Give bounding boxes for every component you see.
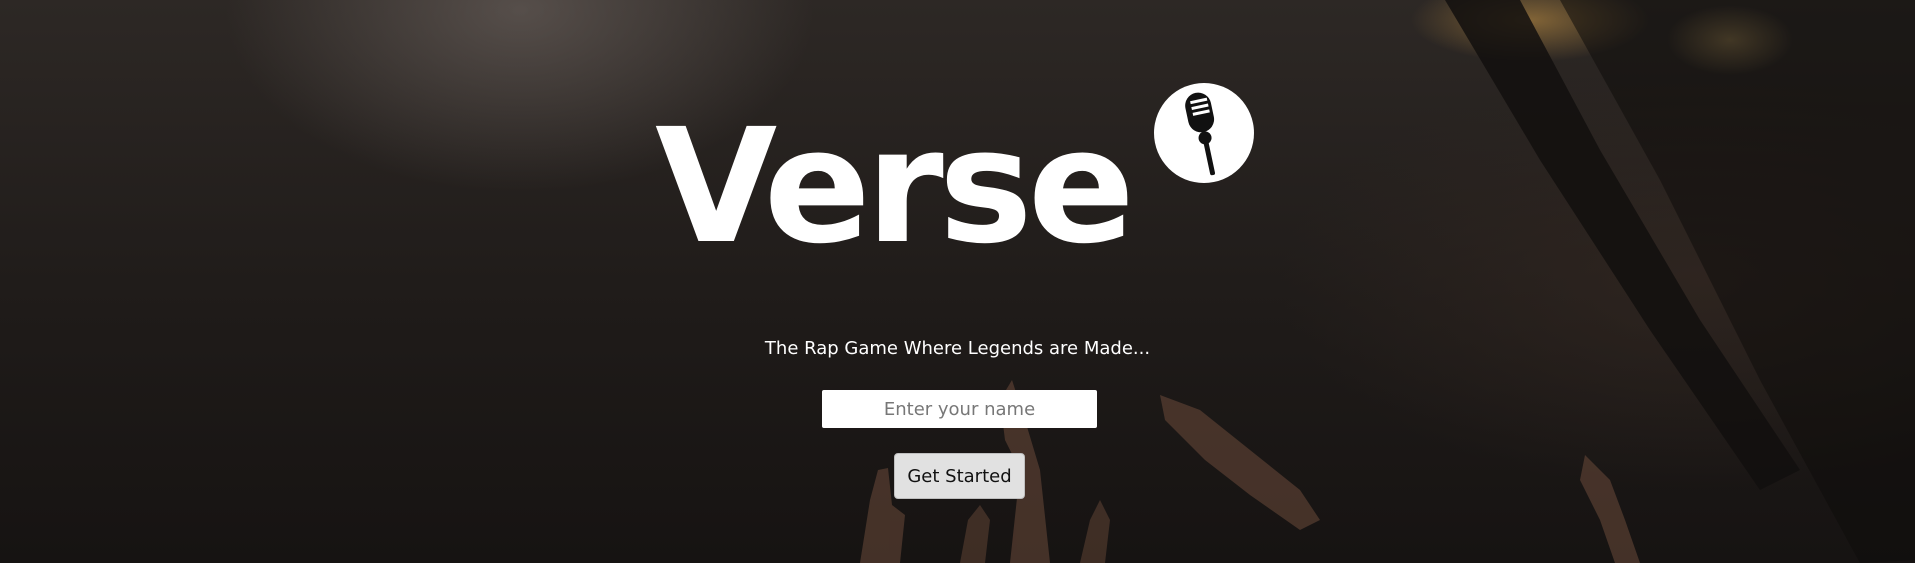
hero-section: Verse The Rap Game Where Legends are Mad… xyxy=(0,0,1915,563)
app-logo-title: Verse xyxy=(655,95,1135,279)
name-input[interactable] xyxy=(822,390,1097,428)
microphone-icon xyxy=(1154,83,1254,183)
tagline: The Rap Game Where Legends are Made... xyxy=(764,338,1151,359)
get-started-button[interactable]: Get Started xyxy=(894,453,1025,499)
